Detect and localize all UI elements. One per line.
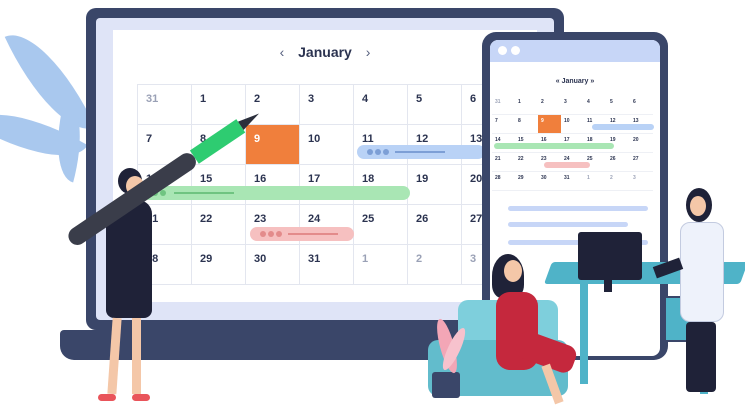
calendar-day-cell[interactable]: 5 [408, 85, 462, 125]
monitor-stand [604, 278, 612, 292]
shoe [98, 394, 116, 401]
event-bar-pink[interactable] [250, 227, 354, 241]
phone-day-cell[interactable]: 30 [538, 172, 561, 191]
calendar-day-cell[interactable]: 10 [300, 125, 354, 165]
phone-dot-icon [498, 46, 507, 55]
shoe [132, 394, 150, 401]
phone-day-cell[interactable]: 21 [492, 153, 515, 172]
calendar-day-cell[interactable]: 26 [408, 205, 462, 245]
event-dot [367, 149, 373, 155]
phone-day-cell[interactable]: 2 [538, 96, 561, 115]
phone-day-cell[interactable]: 5 [607, 96, 630, 115]
phone-day-cell[interactable]: 26 [607, 153, 630, 172]
calendar-day-cell[interactable]: 9 [246, 125, 300, 165]
phone-day-cell[interactable]: 22 [515, 153, 538, 172]
event-dot [375, 149, 381, 155]
calendar-day-cell[interactable]: 3 [300, 85, 354, 125]
standing-woman [652, 188, 730, 402]
phone-day-cell[interactable]: 6 [630, 96, 653, 115]
calendar-day-cell[interactable]: 31 [138, 85, 192, 125]
chevron-right-icon[interactable]: › [366, 44, 371, 60]
event-bar-blue[interactable] [357, 145, 485, 159]
calendar-day-cell[interactable]: 25 [354, 205, 408, 245]
chevron-right-icon[interactable]: » [588, 78, 594, 85]
phone-month-title: « January » [490, 78, 660, 85]
face [690, 196, 706, 216]
scheduling-illustration: ‹ January › 3112345678910111213141516171… [0, 0, 745, 418]
event-dot [260, 231, 266, 237]
phone-day-cell[interactable]: 31 [492, 96, 515, 115]
calendar-day-cell[interactable]: 2 [408, 245, 462, 285]
phone-text-line [508, 206, 648, 211]
event-line [288, 233, 338, 235]
event-dot [383, 149, 389, 155]
phone-day-cell[interactable]: 2 [607, 172, 630, 191]
phone-day-cell[interactable]: 9 [538, 115, 561, 134]
desk-leg [580, 284, 588, 384]
calendar-header: ‹ January › [113, 44, 537, 70]
phone-day-cell[interactable]: 8 [515, 115, 538, 134]
phone-event-bar [544, 162, 590, 168]
phone-day-cell[interactable]: 4 [584, 96, 607, 115]
phone-topbar [490, 40, 660, 62]
phone-day-cell[interactable]: 20 [630, 134, 653, 153]
chevron-left-icon[interactable]: ‹ [280, 44, 285, 60]
calendar-day-cell[interactable]: 30 [246, 245, 300, 285]
event-dot [268, 231, 274, 237]
phone-day-cell[interactable]: 31 [561, 172, 584, 191]
phone-day-cell[interactable]: 29 [515, 172, 538, 191]
calendar-day-cell[interactable]: 19 [408, 165, 462, 205]
calendar-day-cell[interactable]: 1 [354, 245, 408, 285]
phone-month-label: January [561, 78, 589, 85]
calendar-day-cell[interactable]: 31 [300, 245, 354, 285]
calendar-day-cell[interactable]: 29 [192, 245, 246, 285]
phone-day-cell[interactable]: 1 [515, 96, 538, 115]
phone-event-bar [592, 124, 654, 130]
plant-pot [432, 372, 460, 398]
event-line [395, 151, 445, 153]
calendar-day-cell[interactable]: 4 [354, 85, 408, 125]
event-dot [276, 231, 282, 237]
phone-dot-icon [511, 46, 520, 55]
phone-day-cell[interactable]: 1 [584, 172, 607, 191]
phone-day-cell[interactable]: 28 [492, 172, 515, 191]
phone-day-cell[interactable]: 3 [630, 172, 653, 191]
month-title: January [298, 44, 352, 60]
phone-text-line [508, 222, 628, 227]
face [504, 260, 522, 282]
monitor-icon [578, 232, 642, 280]
phone-event-bar [494, 143, 614, 149]
phone-day-cell[interactable]: 7 [492, 115, 515, 134]
trousers [686, 322, 716, 392]
phone-day-cell[interactable]: 10 [561, 115, 584, 134]
leg [107, 317, 122, 395]
calendar-day-cell[interactable]: 22 [192, 205, 246, 245]
lab-coat [680, 222, 724, 322]
phone-day-cell[interactable]: 27 [630, 153, 653, 172]
phone-day-cell[interactable]: 3 [561, 96, 584, 115]
leg [132, 318, 141, 394]
